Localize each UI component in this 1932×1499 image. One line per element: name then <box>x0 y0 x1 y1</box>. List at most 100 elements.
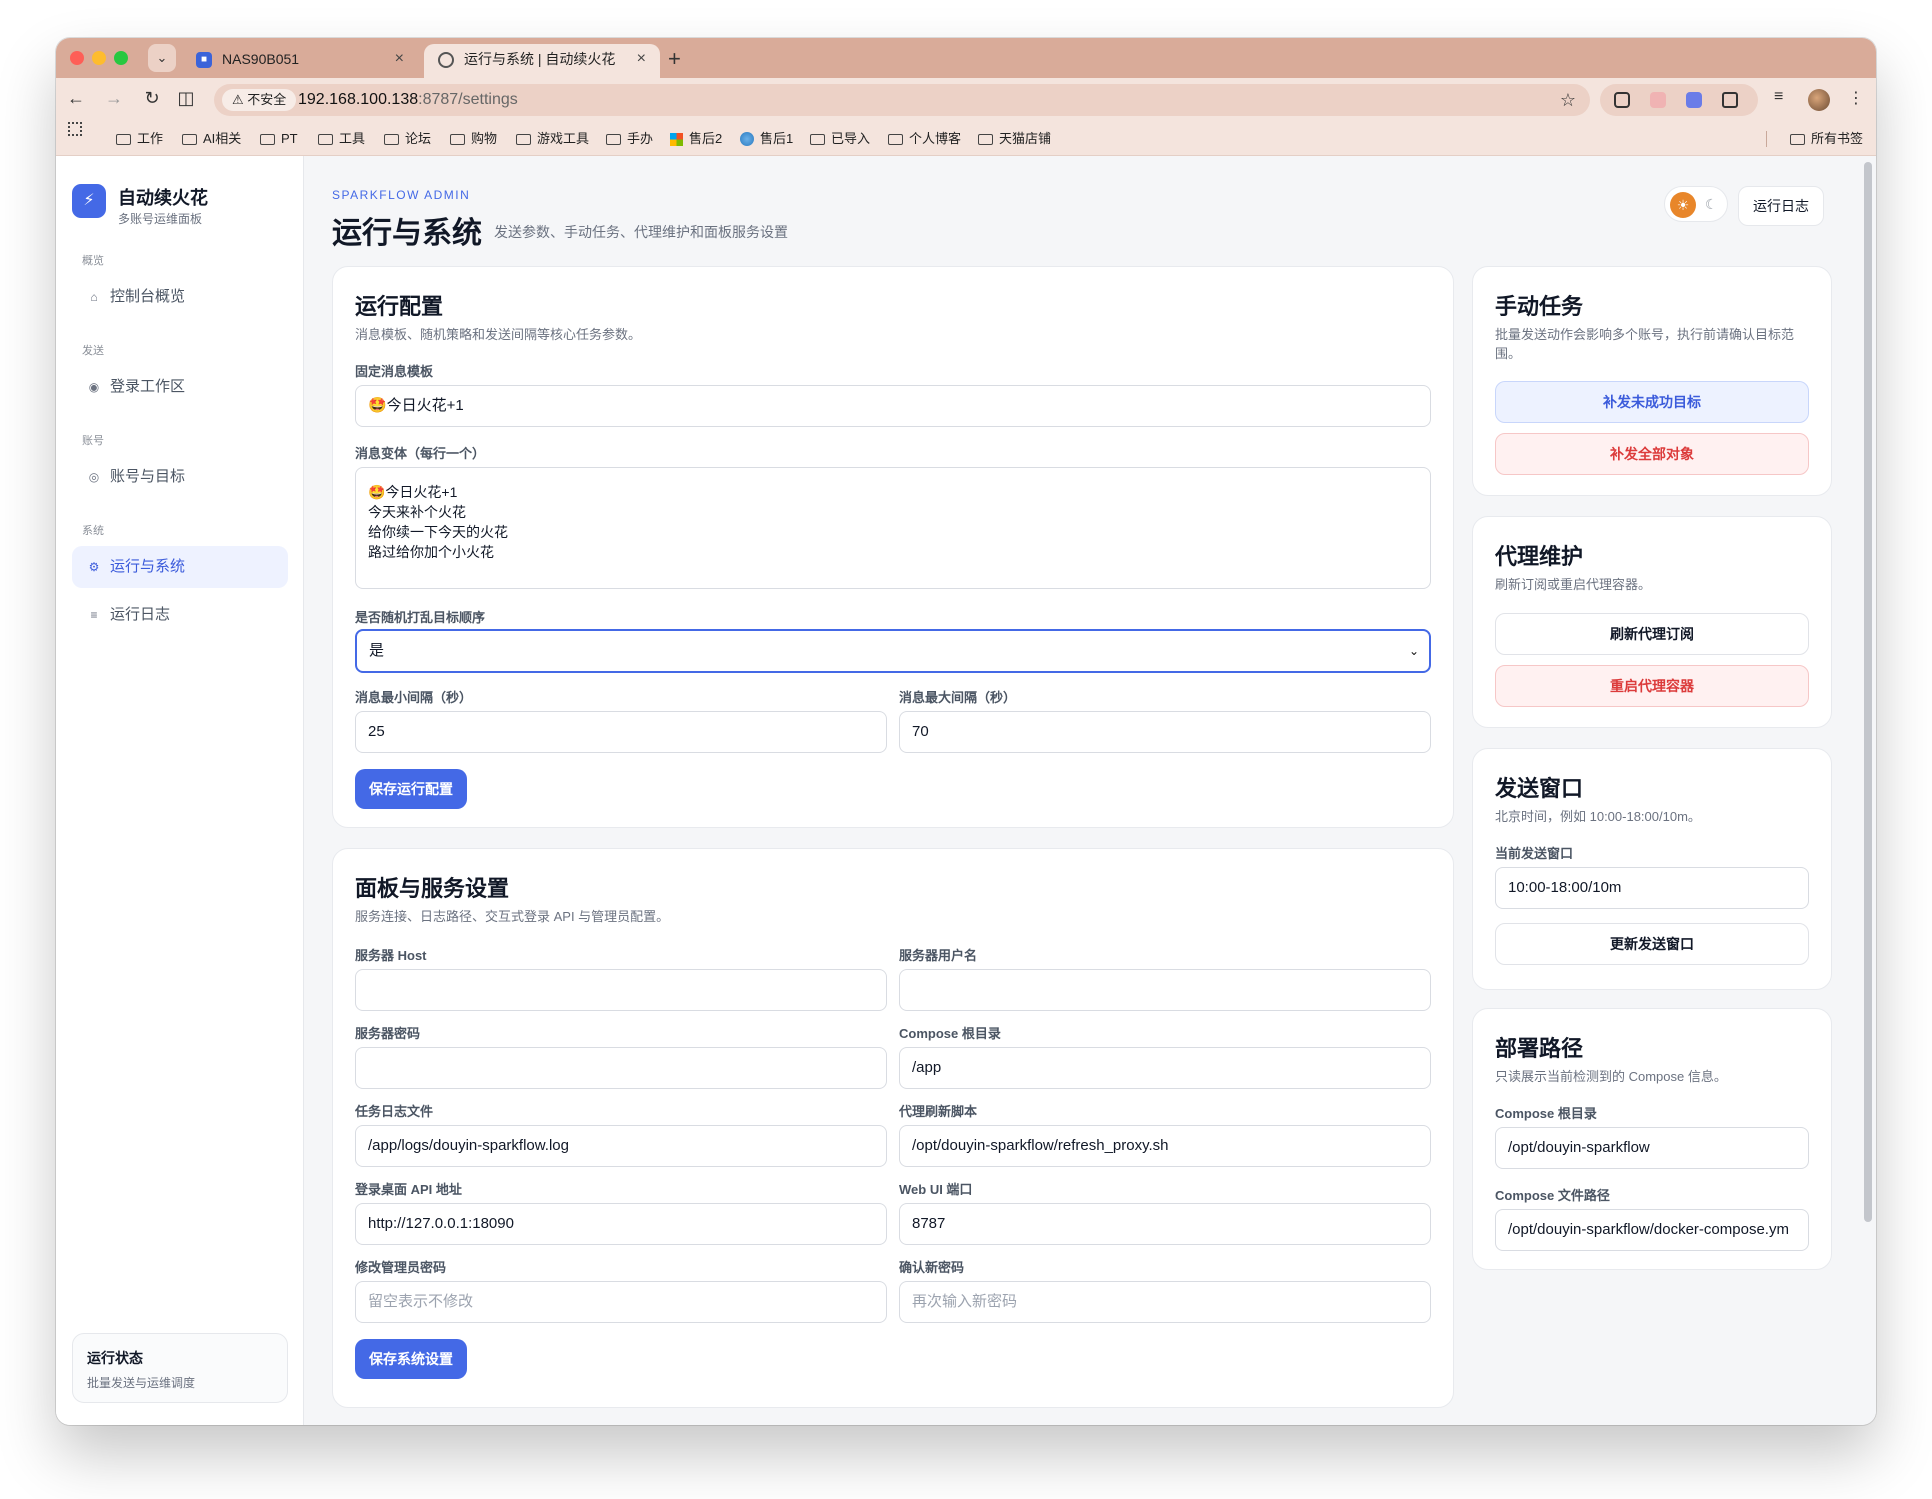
retry-failed-targets-button[interactable]: 补发未成功目标 <box>1495 381 1809 423</box>
sidebar-item-label: 运行日志 <box>110 606 171 623</box>
card-description: 服务连接、日志路径、交互式登录 API 与管理员配置。 <box>355 909 670 924</box>
panel-service-card: 面板与服务设置 服务连接、日志路径、交互式登录 API 与管理员配置。 服务器 … <box>332 848 1454 1408</box>
sun-icon[interactable]: ☀ <box>1670 192 1696 218</box>
bookmark-folder[interactable]: 手办 <box>606 122 653 156</box>
extension-icon[interactable] <box>1650 92 1666 108</box>
profile-avatar[interactable] <box>1808 89 1830 111</box>
confirm-password-label: 确认新密码 <box>899 1260 965 1275</box>
bookmark-link[interactable]: 售后1 <box>740 122 793 156</box>
update-send-window-button[interactable]: 更新发送窗口 <box>1495 923 1809 965</box>
refresh-proxy-button[interactable]: 刷新代理订阅 <box>1495 613 1809 655</box>
confirm-password-input[interactable]: 再次输入新密码 <box>899 1281 1431 1323</box>
security-badge[interactable]: ⚠ 不安全 <box>222 89 297 111</box>
puzzle-icon[interactable] <box>1722 92 1738 108</box>
bookmark-folder[interactable]: AI相关 <box>182 122 241 156</box>
shuffle-label: 是否随机打乱目标顺序 <box>355 610 486 625</box>
close-tab-icon[interactable]: × <box>637 44 646 74</box>
task-log-input[interactable]: /app/logs/douyin-sparkflow.log <box>355 1125 887 1167</box>
tab-search-button[interactable]: ⌄ <box>148 44 176 72</box>
folder-icon <box>978 133 993 145</box>
webui-port-input[interactable]: 8787 <box>899 1203 1431 1245</box>
bookmark-folder[interactable]: 工具 <box>318 122 365 156</box>
theme-toggle[interactable]: ☀ ☾ <box>1664 186 1728 222</box>
brand-title: 自动续火花 <box>118 188 208 208</box>
more-menu-icon[interactable]: ⋮ <box>1848 88 1864 108</box>
bookmark-folder[interactable]: 游戏工具 <box>516 122 589 156</box>
forward-arrow-icon[interactable]: → <box>102 88 126 109</box>
browser-tab-settings[interactable]: 运行与系统 | 自动续火花 × <box>424 44 660 78</box>
all-bookmarks-folder[interactable]: 所有书签 <box>1790 122 1863 156</box>
bookmarks-bar: 工作 AI相关 PT 工具 论坛 购物 游戏工具 手办 售后2 售后1 已导入 … <box>56 122 1876 156</box>
close-window-button[interactable] <box>70 51 84 65</box>
min-interval-input[interactable]: 25 <box>355 711 887 753</box>
server-password-input[interactable] <box>355 1047 887 1089</box>
proxy-script-input[interactable]: /opt/douyin-sparkflow/refresh_proxy.sh <box>899 1125 1431 1167</box>
variant-line: 给你续一下今天的火花 <box>368 524 508 540</box>
url-text[interactable]: 192.168.100.138:8787/settings <box>298 84 518 116</box>
sidebar-item-dashboard[interactable]: ⌂ 控制台概览 <box>72 276 288 318</box>
server-user-input[interactable] <box>899 969 1431 1011</box>
brand-subtitle: 多账号运维面板 <box>118 212 203 226</box>
card-title: 部署路径 <box>1495 1036 1584 1061</box>
compose-root-input[interactable]: /app <box>899 1047 1431 1089</box>
bookmark-star-icon[interactable]: ☆ <box>1560 84 1576 116</box>
card-description: 北京时间，例如 10:00-18:00/10m。 <box>1495 809 1701 824</box>
retry-all-targets-button[interactable]: 补发全部对象 <box>1495 433 1809 475</box>
sidebar-item-login[interactable]: ◉ 登录工作区 <box>72 366 288 408</box>
sidebar-toggle-icon[interactable]: ◫ <box>174 88 198 109</box>
minimize-window-button[interactable] <box>92 51 106 65</box>
maximize-window-button[interactable] <box>114 51 128 65</box>
card-title: 发送窗口 <box>1495 776 1584 801</box>
max-interval-input[interactable]: 70 <box>899 711 1431 753</box>
compose-file-field[interactable]: /opt/douyin-sparkflow/docker-compose.ym <box>1495 1209 1809 1251</box>
save-run-config-button[interactable]: 保存运行配置 <box>355 769 467 809</box>
bookmark-folder[interactable]: 个人博客 <box>888 122 961 156</box>
bookmark-folder[interactable]: 购物 <box>450 122 497 156</box>
shuffle-select[interactable]: 是 ⌄ <box>355 629 1431 673</box>
sidebar-item-logs[interactable]: ≡ 运行日志 <box>72 594 288 636</box>
extension-icon[interactable] <box>1686 92 1702 108</box>
variants-label: 消息变体（每行一个） <box>355 446 486 461</box>
page-scrollbar[interactable] <box>1864 162 1872 1222</box>
compose-root-label: Compose 根目录 <box>899 1026 1001 1041</box>
run-log-button[interactable]: 运行日志 <box>1738 186 1824 226</box>
tab-bar: ⌄ ■ NAS90B051 × 运行与系统 | 自动续火花 × + <box>56 38 1876 78</box>
bookmark-folder[interactable]: 已导入 <box>810 122 870 156</box>
bookmark-label: 工具 <box>339 131 366 146</box>
login-api-input[interactable]: http://127.0.0.1:18090 <box>355 1203 887 1245</box>
bookmark-folder[interactable]: 天猫店铺 <box>978 122 1051 156</box>
send-window-input[interactable]: 10:00-18:00/10m <box>1495 867 1809 909</box>
reading-list-icon[interactable]: ≡ <box>1774 88 1783 106</box>
new-tab-button[interactable]: + <box>668 44 681 74</box>
admin-password-input[interactable]: 留空表示不修改 <box>355 1281 887 1323</box>
shuffle-selected-value: 是 <box>369 642 385 659</box>
moon-icon[interactable]: ☾ <box>1705 187 1718 221</box>
sidebar-item-label: 控制台概览 <box>110 288 186 305</box>
chevron-down-icon: ⌄ <box>1408 644 1419 658</box>
template-input[interactable]: 🤩今日火花+1 <box>355 385 1431 427</box>
page-description: 发送参数、手动任务、代理维护和面板服务设置 <box>494 224 788 240</box>
bookmark-folder[interactable]: 论坛 <box>384 122 431 156</box>
sidebar-item-label: 运行与系统 <box>110 558 186 575</box>
bookmark-link[interactable]: 售后2 <box>670 122 722 156</box>
save-system-settings-button[interactable]: 保存系统设置 <box>355 1339 467 1379</box>
address-bar[interactable]: ⚠ 不安全 192.168.100.138:8787/settings ☆ <box>214 84 1590 116</box>
browser-tab-nas[interactable]: ■ NAS90B051 × <box>182 44 418 78</box>
bookmark-folder[interactable]: PT <box>260 122 298 156</box>
url-host: 192.168.100.138 <box>298 91 419 108</box>
reload-icon[interactable]: ↻ <box>140 88 164 109</box>
bookmark-folder[interactable]: 工作 <box>116 122 163 156</box>
apps-grid-icon[interactable] <box>68 122 82 136</box>
sidebar-item-settings[interactable]: ⚙ 运行与系统 <box>72 546 288 588</box>
back-arrow-icon[interactable]: ← <box>64 88 88 109</box>
compose-root-readonly-field[interactable]: /opt/douyin-sparkflow <box>1495 1127 1809 1169</box>
card-description: 批量发送动作会影响多个账号，执行前请确认目标范围。 <box>1495 327 1795 361</box>
close-tab-icon[interactable]: × <box>395 44 404 74</box>
restart-proxy-button[interactable]: 重启代理容器 <box>1495 665 1809 707</box>
main-content: SPARKFLOW ADMIN 运行与系统 发送参数、手动任务、代理维护和面板服… <box>304 156 1876 1425</box>
sidebar-item-accounts[interactable]: ◎ 账号与目标 <box>72 456 288 498</box>
folder-icon <box>516 133 531 145</box>
extension-icon[interactable] <box>1614 92 1630 108</box>
server-host-input[interactable] <box>355 969 887 1011</box>
variants-textarea[interactable]: 🤩今日火花+1 今天来补个火花 给你续一下今天的火花 路过给你加个小火花 <box>355 467 1431 589</box>
